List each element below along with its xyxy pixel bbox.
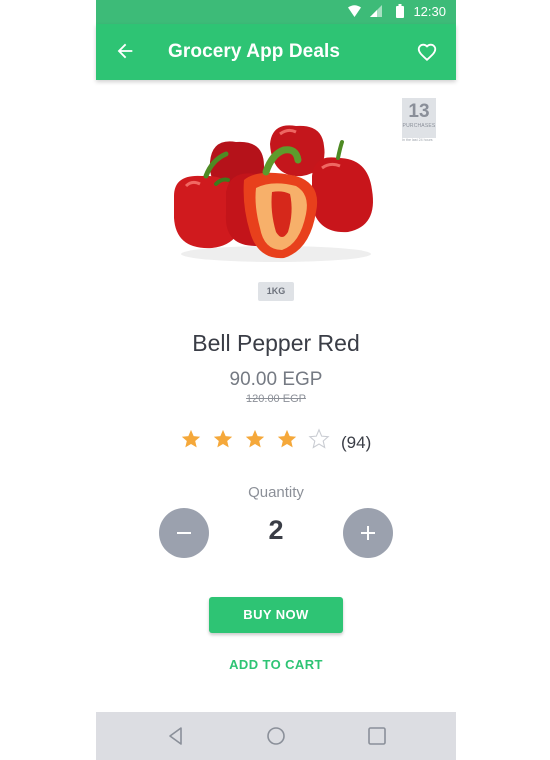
back-arrow-icon[interactable]	[114, 40, 136, 62]
nav-back-icon[interactable]	[165, 725, 187, 747]
status-time: 12:30	[413, 4, 446, 19]
star-filled-icon	[277, 429, 297, 448]
signal-icon	[370, 5, 382, 17]
quantity-label: Quantity	[248, 484, 304, 501]
add-to-cart-link[interactable]: ADD TO CART	[96, 657, 456, 672]
purchases-label: PURCHASES	[402, 123, 436, 129]
app-bar: Grocery App Deals	[96, 24, 456, 80]
system-nav-bar	[96, 712, 456, 760]
nav-home-icon[interactable]	[265, 725, 287, 747]
product-image	[172, 114, 380, 264]
star-filled-icon	[213, 429, 233, 448]
buy-now-button[interactable]: BUY NOW	[209, 597, 343, 633]
star-filled-icon	[181, 429, 201, 448]
product-old-price: 120.00 EGP	[246, 393, 306, 405]
quantity-value: 2	[268, 515, 284, 545]
purchases-caption: In the last 24 hours	[402, 138, 433, 142]
star-empty-icon	[308, 428, 330, 449]
app-title: Grocery App Deals	[168, 41, 341, 62]
phone-screen: 12:30 Grocery App Deals 13 PURCHASES In …	[96, 0, 456, 760]
purchases-badge: 13 PURCHASES	[402, 98, 436, 138]
weight-chip: 1KG	[258, 282, 294, 301]
nav-recents-icon[interactable]	[366, 725, 388, 747]
product-name: Bell Pepper Red	[192, 330, 360, 356]
status-bar: 12:30	[96, 0, 456, 24]
plus-icon	[361, 526, 375, 540]
heart-outline-icon[interactable]	[416, 41, 438, 63]
star-filled-icon	[245, 429, 265, 448]
review-count: (94)	[341, 433, 372, 452]
increase-quantity-button[interactable]	[343, 508, 393, 558]
product-price: 90.00 EGP	[229, 369, 323, 390]
battery-icon	[396, 4, 404, 18]
purchases-count: 13	[408, 101, 430, 122]
wifi-icon	[348, 5, 361, 17]
